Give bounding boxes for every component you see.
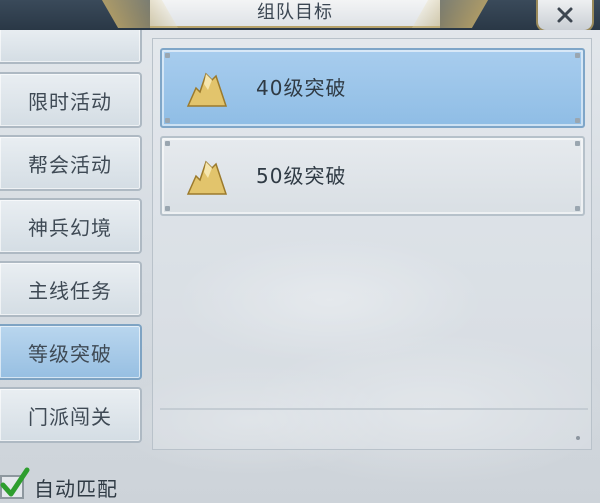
footer-bar: 自动匹配 <box>0 455 600 503</box>
auto-match-label: 自动匹配 <box>34 477 118 501</box>
window-title: 组队目标 <box>257 2 333 23</box>
auto-match-checkbox[interactable] <box>0 467 30 499</box>
sidebar-item-guild-event[interactable]: 帮会活动 <box>0 135 142 191</box>
sidebar-item-label: 限时活动 <box>28 89 112 114</box>
sidebar-item-label: 门派闯关 <box>28 404 112 429</box>
rivet <box>575 206 580 211</box>
close-button[interactable] <box>536 0 594 30</box>
rivet <box>165 206 170 211</box>
sidebar-item-sect-challenge[interactable]: 门派闯关 <box>0 387 142 443</box>
rivet <box>575 118 580 123</box>
title-bar: 组队目标 <box>0 0 600 30</box>
goal-label: 50级突破 <box>256 164 347 188</box>
goal-item-50[interactable]: 50级突破 <box>160 136 585 216</box>
rivet <box>575 141 580 146</box>
sidebar-item-label: 主线任务 <box>28 278 112 303</box>
sidebar-item-main-quest[interactable]: 主线任务 <box>0 261 142 317</box>
rivet <box>165 53 170 58</box>
category-sidebar: 限时活动 帮会活动 神兵幻境 主线任务 等级突破 门派闯关 <box>0 30 148 455</box>
mountain-icon <box>186 72 228 107</box>
sidebar-item-partial[interactable] <box>0 30 142 64</box>
mountain-icon <box>186 160 228 195</box>
rivet <box>575 53 580 58</box>
rivet <box>165 118 170 123</box>
checkmark-icon <box>0 467 30 497</box>
sidebar-item-limited-event[interactable]: 限时活动 <box>0 72 142 128</box>
close-icon <box>557 7 573 23</box>
goal-label: 40级突破 <box>256 76 347 100</box>
list-divider <box>160 408 588 410</box>
sidebar-item-label: 等级突破 <box>28 341 112 366</box>
goal-item-40[interactable]: 40级突破 <box>160 48 585 128</box>
sidebar-item-divine-realm[interactable]: 神兵幻境 <box>0 198 142 254</box>
sidebar-item-label: 帮会活动 <box>28 152 112 177</box>
rivet <box>165 141 170 146</box>
sidebar-item-label: 神兵幻境 <box>28 215 112 240</box>
corner-dot <box>576 436 580 440</box>
sidebar-item-level-breakthrough[interactable]: 等级突破 <box>0 324 142 380</box>
